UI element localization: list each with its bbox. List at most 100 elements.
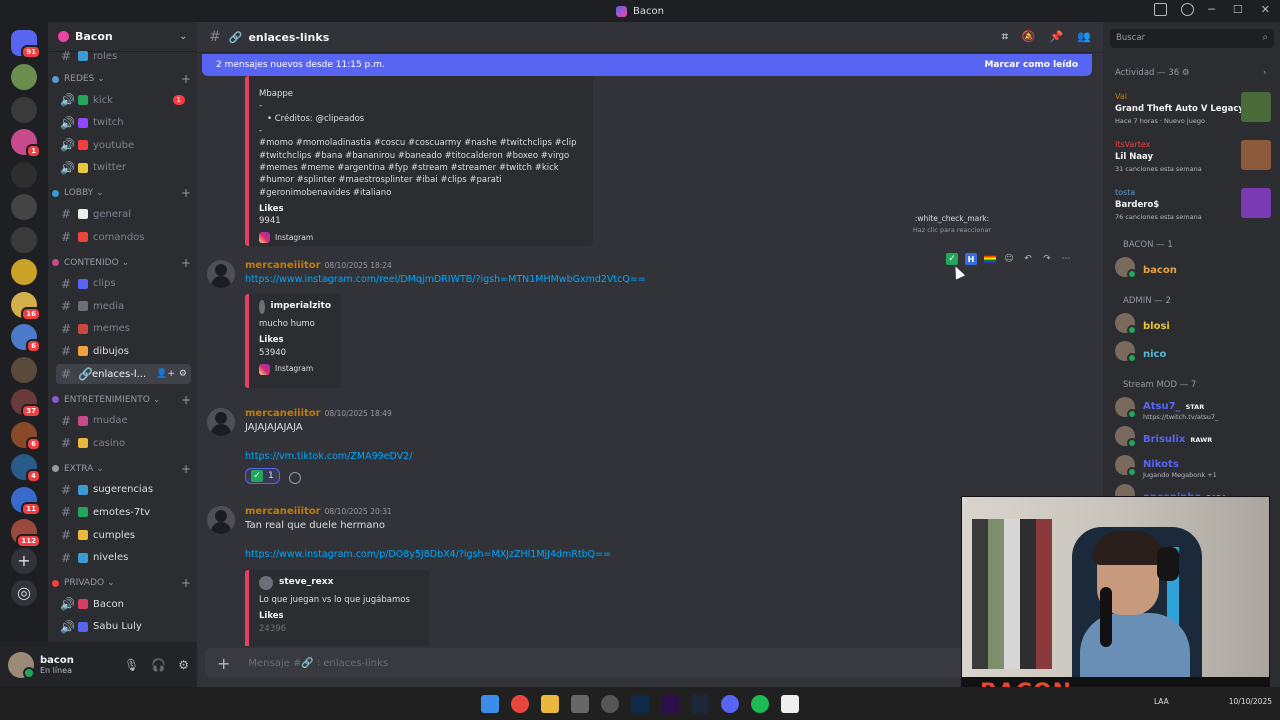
channel-item[interactable]: # 🔗 enlaces-l... 👤+ ⚙ [56,364,191,384]
channel-item[interactable]: 🔊 twitter [56,158,191,178]
avatar[interactable] [207,260,235,288]
attach-icon[interactable]: + [217,654,230,673]
gear-icon[interactable]: ⚙ [179,369,187,379]
activity-card[interactable]: ItsVartex Lil Naay 31 canciones esta seman… [1115,140,1271,180]
member-item[interactable]: nico [1115,340,1275,363]
channel-item[interactable]: # emotes-7tv [56,502,191,522]
forward-icon[interactable]: ↷ [1041,253,1053,265]
server-icon[interactable]: 37 [11,389,41,418]
composer-placeholder[interactable]: Mensaje #🔗 ⁝ enlaces-links [248,658,388,669]
minimize-button[interactable]: ─ [1208,3,1215,16]
new-messages-bar[interactable]: 2 mensajes nuevos desde 11:15 p.m. Marca… [202,54,1092,76]
server-icon[interactable]: 11 [11,486,41,516]
message-composer[interactable]: + Mensaje #🔗 ⁝ enlaces-links [205,648,1093,678]
add-server-button[interactable]: + [11,548,37,574]
category-header[interactable]: ENTRETENIMIENTO ⌄ + [52,393,191,407]
category-header[interactable]: PRIVADO ⌄ + [52,576,191,590]
invite-icon[interactable]: 👤+ [156,369,175,379]
channel-item[interactable]: # general [56,204,191,224]
server-icon[interactable]: 6 [11,324,41,353]
help-icon[interactable] [1181,3,1194,16]
member-item[interactable]: bacon [1115,256,1275,279]
spotify-icon[interactable] [751,694,769,713]
add-channel-icon[interactable]: + [181,186,191,200]
server-icon[interactable] [11,226,37,253]
activity-card[interactable]: Val Grand Theft Auto V Legacy Hace 7 horas… [1115,92,1271,132]
category-header[interactable]: LOBBY ⌄ + [52,186,191,200]
add-channel-icon[interactable]: + [181,72,191,86]
add-channel-icon[interactable]: + [181,256,191,270]
channel-item[interactable]: 🔊 Bacon [56,594,191,614]
channel-item[interactable]: 🔊 twitch [56,113,191,133]
reply-icon[interactable]: ↶ [1022,253,1034,265]
category-header[interactable]: EXTRA ⌄ + [52,462,191,476]
mic-icon[interactable]: 🎙 [124,658,139,672]
h-emoji-icon[interactable]: H [965,253,977,265]
channel-item[interactable]: # sugerencias [56,480,191,500]
reaction-check[interactable]: ✓ 1 [245,468,280,484]
more-icon[interactable]: ⋯ [1060,253,1072,265]
channel-item[interactable]: # mudae [56,411,191,431]
threads-icon[interactable]: ⌗ [1002,30,1008,44]
server-icon[interactable] [11,96,37,123]
file-explorer-icon[interactable] [541,694,559,713]
server-icon[interactable] [11,194,37,220]
avatar[interactable] [8,651,35,679]
inbox-icon[interactable] [1154,3,1167,16]
add-channel-icon[interactable]: + [181,393,191,407]
server-icon[interactable]: 91 [11,30,41,59]
add-channel-icon[interactable]: + [181,462,191,476]
message-author[interactable]: mercaneiiitor 08/10/2025 18:49 [245,408,392,419]
channel-item[interactable]: # clips [56,274,191,294]
avatar[interactable] [207,408,235,436]
server-icon[interactable] [11,161,37,188]
notion-icon[interactable] [781,694,799,713]
channel-item[interactable]: # niveles [56,548,191,568]
server-icon[interactable]: 112 [11,519,41,548]
check-icon[interactable]: ✓ [946,253,958,265]
server-icon[interactable]: 6 [11,421,41,451]
category-header[interactable]: CONTENIDO ⌄ + [52,256,191,270]
channel-item[interactable]: # dibujos [56,341,191,361]
app-icon[interactable] [571,694,589,713]
member-item[interactable]: Brisulix RAWR [1115,425,1275,448]
maximize-button[interactable]: ☐ [1233,3,1243,16]
activity-title[interactable]: Actividad — 36 ⚙ › [1115,68,1266,78]
chrome-icon[interactable] [511,694,529,713]
search-input[interactable]: Buscar ⌕ [1110,29,1274,48]
language-indicator[interactable]: LAA [1154,697,1169,706]
server-icon[interactable] [11,64,37,90]
message-link[interactable]: https://www.instagram.com/reel/DMqjmDRIW… [245,274,646,285]
channel-item[interactable]: # casino [56,433,191,453]
server-icon[interactable] [11,356,37,383]
category-header[interactable]: REDES ⌄ + [52,72,191,86]
channel-item[interactable]: 🔊 Sabu Luly [56,617,191,637]
photoshop-icon[interactable] [631,694,649,713]
server-icon[interactable]: 1 [11,129,41,158]
headphones-icon[interactable]: 🎧 [151,658,166,672]
members-icon[interactable]: 👥 [1077,30,1091,44]
embed-author[interactable]: imperialzito [271,300,332,313]
channel-item[interactable]: # media [56,296,191,316]
steam-icon[interactable] [691,694,709,713]
add-channel-icon[interactable]: + [181,576,191,590]
member-item[interactable]: Atsu7_ STAR https://twitch.tv/atsu7_ [1115,396,1275,421]
channel-item[interactable]: # memes [56,319,191,339]
add-reaction-icon[interactable]: ☺ [1003,253,1015,265]
pin-icon[interactable]: 📌 [1050,30,1064,44]
mute-icon[interactable]: 🔕 [1022,30,1036,44]
channel-item[interactable]: # comandos [56,227,191,247]
activity-card[interactable]: tosta Bardero$ 76 canciones esta semana [1115,188,1271,228]
discover-icon[interactable]: ◎ [11,580,37,606]
avatar[interactable] [207,506,235,534]
channel-item[interactable]: 🔊 youtube [56,135,191,155]
discord-icon[interactable] [721,694,739,713]
server-icon[interactable]: 4 [11,454,41,483]
member-item[interactable]: Nikots Jugando Megabonk +1 [1115,454,1275,479]
clock-date[interactable]: 10/10/2025 [1229,697,1272,706]
server-icon[interactable] [11,259,37,285]
embed-author[interactable]: steve_rexx [279,576,333,589]
app-icon[interactable] [601,694,619,713]
chevron-right-icon[interactable]: › [1263,68,1266,78]
gear-icon[interactable]: ⚙ [178,658,189,672]
